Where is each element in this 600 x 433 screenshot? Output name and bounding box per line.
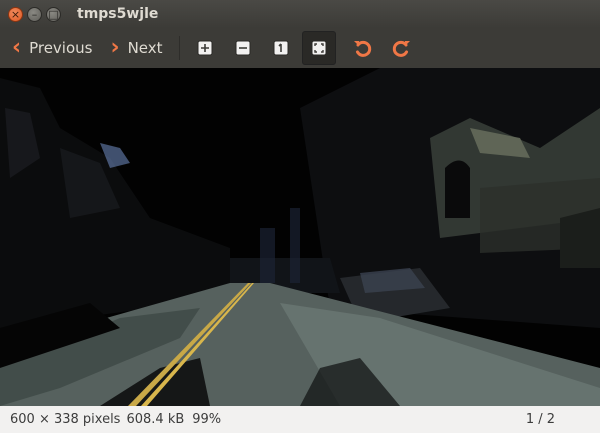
toolbar: ‹ Previous › Next: [0, 28, 600, 68]
normal-size-button[interactable]: [264, 31, 298, 65]
title-bar: × – □ tmps5wjle: [0, 0, 600, 28]
window-title: tmps5wjle: [77, 6, 159, 22]
minimize-icon: –: [31, 7, 38, 21]
image-viewer-window: × – □ tmps5wjle ‹ Previous › Next 600 × …: [0, 0, 600, 433]
image-info: 600 × 338 pixels 608.4 kB 99%: [10, 412, 221, 427]
image-canvas[interactable]: [0, 68, 600, 406]
previous-label: Previous: [29, 39, 93, 57]
image-filesize: 608.4 kB: [126, 412, 185, 427]
minimize-window-button[interactable]: –: [27, 6, 42, 22]
maximize-icon: □: [48, 7, 59, 21]
best-fit-icon: [311, 40, 327, 56]
maximize-window-button[interactable]: □: [46, 6, 61, 22]
chevron-right-icon: ›: [110, 35, 120, 60]
zoom-in-icon: [197, 40, 213, 56]
close-window-button[interactable]: ×: [8, 6, 23, 22]
next-button[interactable]: › Next: [106, 33, 166, 63]
chevron-left-icon: ‹: [12, 35, 22, 60]
next-label: Next: [127, 39, 163, 57]
rotate-left-button[interactable]: [346, 31, 380, 65]
image-dimensions: 600 × 338 pixels: [10, 412, 121, 427]
close-icon: ×: [10, 7, 21, 21]
previous-button[interactable]: ‹ Previous: [8, 33, 96, 63]
zoom-out-icon: [235, 40, 251, 56]
best-fit-button[interactable]: [301, 31, 336, 65]
rotate-right-icon: [392, 40, 410, 57]
rotate-right-button[interactable]: [384, 31, 418, 65]
street-photo: [0, 68, 600, 406]
zoom-out-button[interactable]: [226, 31, 260, 65]
zoom-level: 99%: [192, 412, 222, 427]
zoom-in-button[interactable]: [188, 31, 222, 65]
toolbar-separator: [178, 36, 180, 60]
rotate-left-icon: [353, 40, 371, 57]
status-bar: 600 × 338 pixels 608.4 kB 99% 1 / 2: [0, 406, 600, 433]
page-indicator: 1 / 2: [525, 412, 555, 427]
normal-size-icon: [273, 40, 289, 56]
